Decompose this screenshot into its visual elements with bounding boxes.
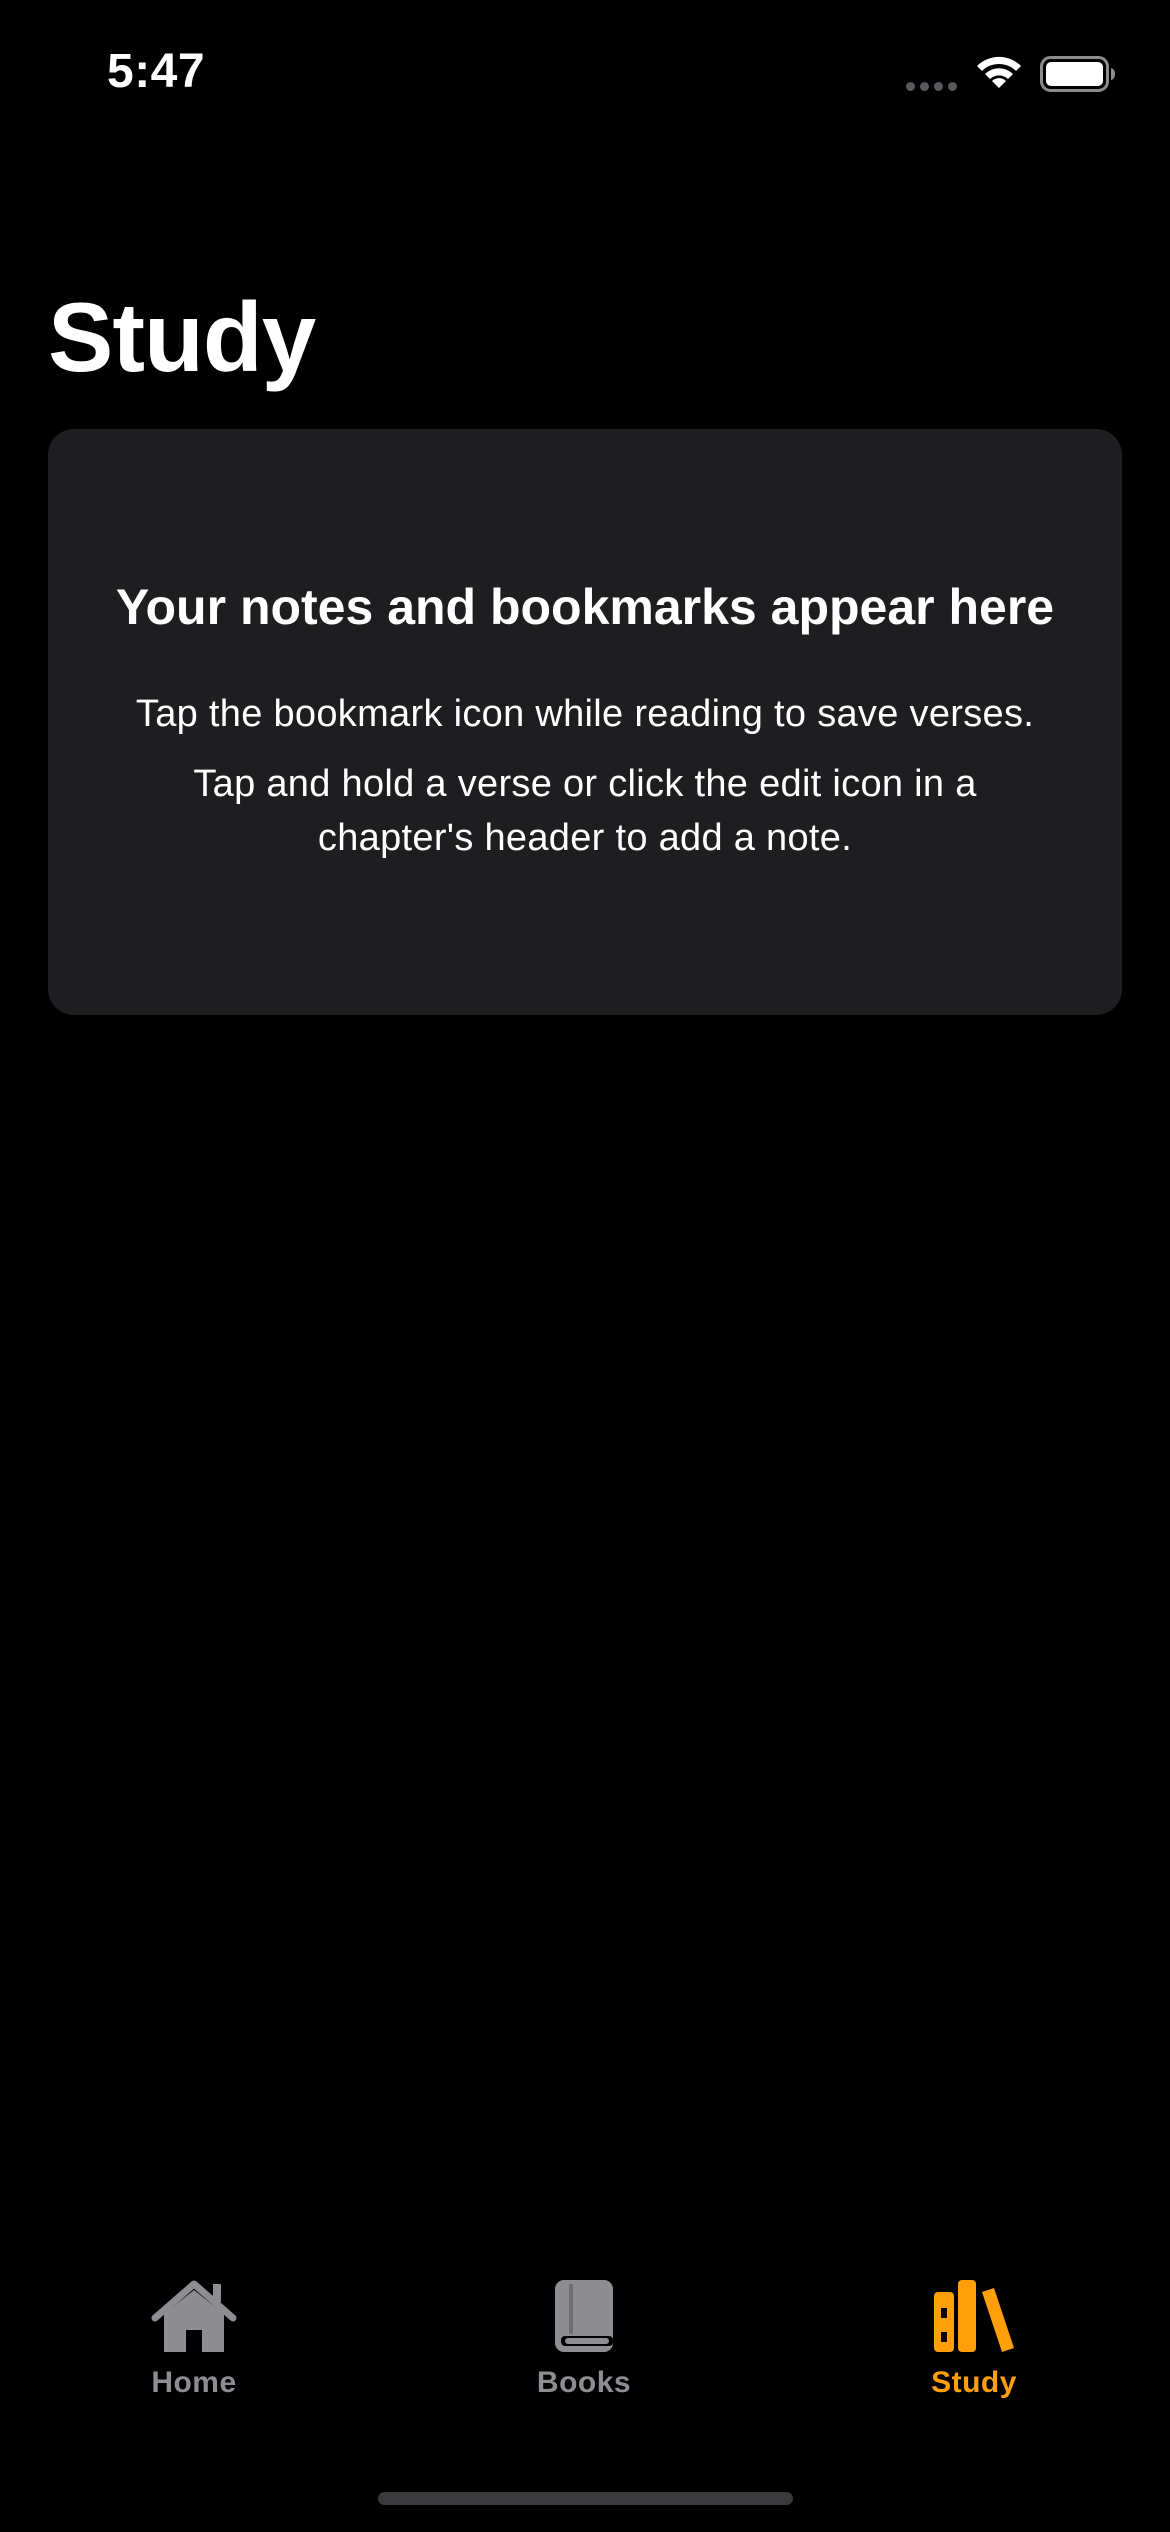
tab-study[interactable]: Study bbox=[824, 2270, 1124, 2430]
wifi-icon bbox=[977, 56, 1021, 88]
empty-state-bookmark-hint: Tap the bookmark icon while reading to s… bbox=[135, 692, 1035, 735]
status-bar: 5:47 bbox=[0, 0, 1170, 150]
cellular-signal-icon bbox=[906, 82, 957, 91]
tab-home-label: Home bbox=[151, 2366, 237, 2399]
empty-state-card: Your notes and bookmarks appear here Tap… bbox=[48, 429, 1122, 1015]
empty-state-note-hint: Tap and hold a verse or click the edit i… bbox=[193, 762, 977, 859]
home-indicator[interactable] bbox=[378, 2492, 793, 2505]
battery-icon bbox=[1040, 56, 1115, 92]
tab-books-label: Books bbox=[536, 2366, 632, 2399]
tab-home[interactable]: Home bbox=[44, 2270, 344, 2430]
house-icon bbox=[151, 2280, 237, 2352]
tab-study-label: Study bbox=[931, 2366, 1017, 2399]
books-shelf-icon bbox=[934, 2280, 1014, 2352]
empty-state-heading: Your notes and bookmarks appear here bbox=[115, 579, 1055, 635]
tab-bar: Home Books Study bbox=[0, 2270, 1170, 2470]
book-icon bbox=[555, 2280, 613, 2352]
tab-books[interactable]: Books bbox=[434, 2270, 734, 2430]
page-title: Study bbox=[48, 282, 316, 392]
status-time: 5:47 bbox=[107, 45, 206, 98]
